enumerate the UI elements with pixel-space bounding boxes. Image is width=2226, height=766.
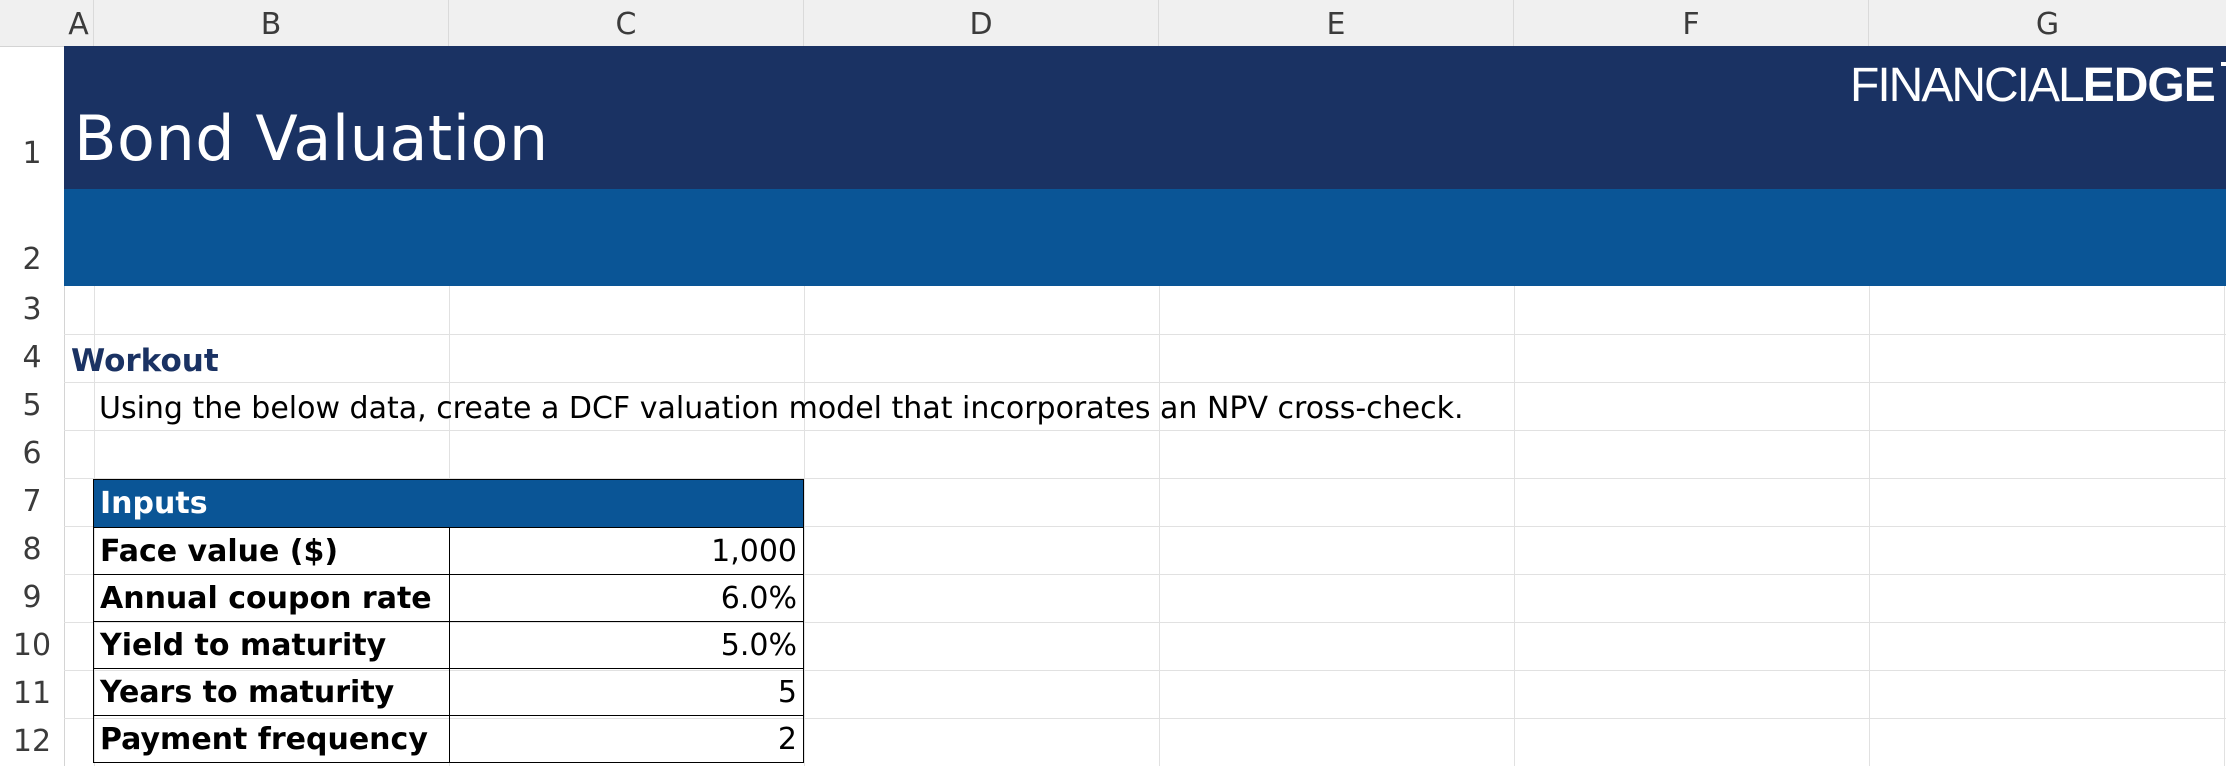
table-row: Years to maturity 5 [93, 668, 805, 716]
gridline [64, 430, 2226, 431]
column-header-b[interactable]: B [94, 0, 449, 46]
input-label[interactable]: Yield to maturity [93, 621, 450, 669]
logo-text-regular: FINANCIAL [1850, 59, 2085, 112]
input-label[interactable]: Payment frequency [93, 715, 450, 763]
column-header-bar: A B C D E F G [0, 0, 2226, 47]
row-header-5[interactable]: 5 [0, 388, 64, 428]
row-header-8[interactable]: 8 [0, 532, 64, 572]
logo-text-bold: EDGE [2082, 59, 2216, 112]
gridline [64, 334, 2226, 335]
input-value[interactable]: 5 [448, 668, 805, 716]
row-header-4[interactable]: 4 [0, 340, 64, 380]
logo-mark-icon [2220, 62, 2226, 67]
row-header-6[interactable]: 6 [0, 436, 64, 476]
row-header-12[interactable]: 12 [0, 724, 64, 764]
input-label[interactable]: Face value ($) [93, 527, 450, 575]
input-label[interactable]: Years to maturity [93, 668, 450, 716]
row-header-9[interactable]: 9 [0, 580, 64, 620]
table-row: Payment frequency 2 [93, 715, 805, 763]
table-row: Annual coupon rate 6.0% [93, 574, 805, 622]
row-header-7[interactable]: 7 [0, 484, 64, 524]
column-header-g[interactable]: G [1869, 0, 2226, 46]
row-header-2[interactable]: 2 [0, 242, 64, 282]
column-header-e[interactable]: E [1159, 0, 1514, 46]
inputs-table: Inputs Face value ($) 1,000 Annual coupo… [93, 479, 805, 763]
gridline [64, 382, 2226, 383]
inputs-header[interactable]: Inputs [93, 479, 804, 528]
row-header-10[interactable]: 10 [0, 628, 64, 668]
table-row: Face value ($) 1,000 [93, 527, 805, 575]
financial-edge-logo: FINANCIAL EDGE [1850, 62, 2226, 112]
input-value[interactable]: 1,000 [448, 527, 805, 575]
row-header-11[interactable]: 11 [0, 676, 64, 716]
instruction-text: Using the below data, create a DCF valua… [99, 391, 1464, 426]
input-value[interactable]: 6.0% [448, 574, 805, 622]
row-header-3[interactable]: 3 [0, 292, 64, 332]
inputs-header-row: Inputs [93, 479, 804, 528]
row-header-1[interactable]: 1 [0, 136, 64, 176]
subtitle-banner [64, 189, 2226, 286]
sheet-title: Bond Valuation [74, 102, 549, 175]
workout-heading: Workout [71, 343, 219, 379]
column-header-d[interactable]: D [804, 0, 1159, 46]
column-header-c[interactable]: C [449, 0, 804, 46]
column-header-a[interactable]: A [64, 0, 94, 46]
table-row: Yield to maturity 5.0% [93, 621, 805, 669]
input-label[interactable]: Annual coupon rate [93, 574, 450, 622]
column-header-f[interactable]: F [1514, 0, 1869, 46]
input-value[interactable]: 2 [448, 715, 805, 763]
input-value[interactable]: 5.0% [448, 621, 805, 669]
